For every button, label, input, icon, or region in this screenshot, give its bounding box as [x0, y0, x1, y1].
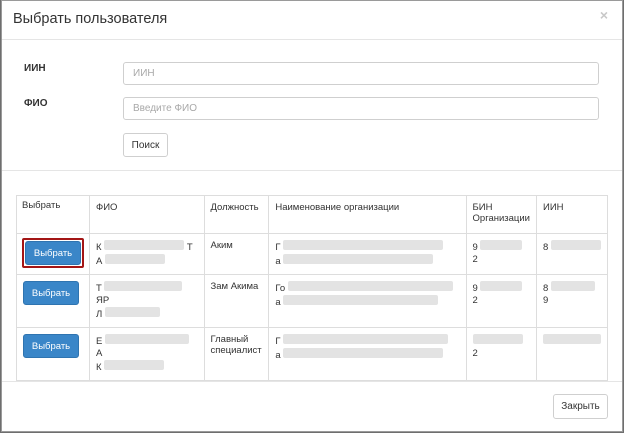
fio-text: К	[96, 242, 102, 253]
redacted-text	[283, 334, 449, 344]
redacted-text	[104, 360, 165, 370]
redacted-text	[104, 307, 160, 317]
form-divider	[2, 170, 622, 171]
modal-title: Выбрать пользователя	[13, 11, 168, 27]
org-text: а	[275, 350, 281, 361]
bin-text: 9	[472, 242, 478, 253]
redacted-text	[550, 240, 601, 250]
fio-text: К	[96, 362, 102, 373]
modal-header: Выбрать пользователя ×	[2, 1, 622, 40]
iin-input[interactable]	[123, 62, 599, 85]
select-user-modal: Выбрать пользователя × ИИН ФИО Поиск Выб…	[1, 0, 623, 432]
footer-divider	[2, 381, 622, 382]
fio-text: А	[96, 348, 103, 359]
fio-text: ЯР	[96, 295, 110, 306]
header-select: Выбрать	[16, 195, 90, 234]
users-table: Выбрать ФИО Должность Наименование орган…	[16, 195, 609, 381]
close-button[interactable]: Закрыть	[553, 394, 608, 419]
table-row: Выбрать К Т А Аким Г а 9 2 8	[16, 233, 609, 275]
redacted-text	[283, 348, 444, 358]
header-iin: ИИН	[535, 195, 609, 234]
select-button[interactable]: Выбрать	[25, 241, 81, 265]
bin-text: 2	[472, 295, 478, 306]
redacted-text	[104, 240, 185, 250]
fio-text: Л	[96, 309, 103, 320]
org-text: Го	[275, 283, 286, 294]
fio-text: Т	[96, 283, 102, 294]
bin-text: 2	[472, 254, 478, 265]
org-text: Г	[275, 242, 281, 253]
iin-label: ИИН	[24, 63, 46, 74]
fio-text: А	[96, 256, 103, 267]
redacted-text	[480, 240, 523, 250]
redacted-text	[287, 281, 453, 291]
fio-label: ФИО	[24, 98, 48, 109]
header-fio: ФИО	[89, 195, 205, 234]
iin-text: 8	[542, 283, 549, 294]
header-organization: Наименование организации	[268, 195, 467, 234]
redacted-text	[542, 334, 601, 344]
redacted-text	[104, 334, 189, 344]
position-cell: Зам Акима	[203, 274, 270, 328]
redacted-text	[283, 254, 434, 264]
position-cell: Главный специалист	[203, 327, 270, 381]
org-text: а	[275, 297, 281, 308]
iin-text: 9	[542, 295, 549, 306]
search-button[interactable]: Поиск	[123, 133, 168, 157]
iin-text: 8	[542, 242, 549, 253]
table-header-row: Выбрать ФИО Должность Наименование орган…	[16, 195, 609, 234]
header-bin: БИН Организации	[465, 195, 537, 234]
header-position: Должность	[203, 195, 270, 234]
select-button[interactable]: Выбрать	[23, 334, 79, 358]
redacted-text	[480, 281, 523, 291]
select-button[interactable]: Выбрать	[23, 281, 79, 305]
fio-text: Е	[96, 336, 103, 347]
redacted-text	[283, 295, 439, 305]
redacted-text	[104, 281, 183, 291]
bin-text: 9	[472, 283, 478, 294]
redacted-text	[472, 334, 523, 344]
redacted-text	[283, 240, 444, 250]
selected-highlight: Выбрать	[22, 238, 84, 268]
table-row: Выбрать Е А К Главный специалист Г а 2	[16, 327, 609, 381]
org-text: Г	[275, 336, 281, 347]
close-icon[interactable]: ×	[600, 7, 608, 23]
fio-text: Т	[186, 242, 193, 253]
table-row: Выбрать Т ЯР Л Зам Акима Го а 9 2 8 9	[16, 274, 609, 328]
fio-input[interactable]	[123, 97, 599, 120]
org-text: а	[275, 256, 281, 267]
bin-text: 2	[472, 348, 478, 359]
position-cell: Аким	[203, 233, 270, 275]
redacted-text	[104, 254, 165, 264]
redacted-text	[550, 281, 595, 291]
